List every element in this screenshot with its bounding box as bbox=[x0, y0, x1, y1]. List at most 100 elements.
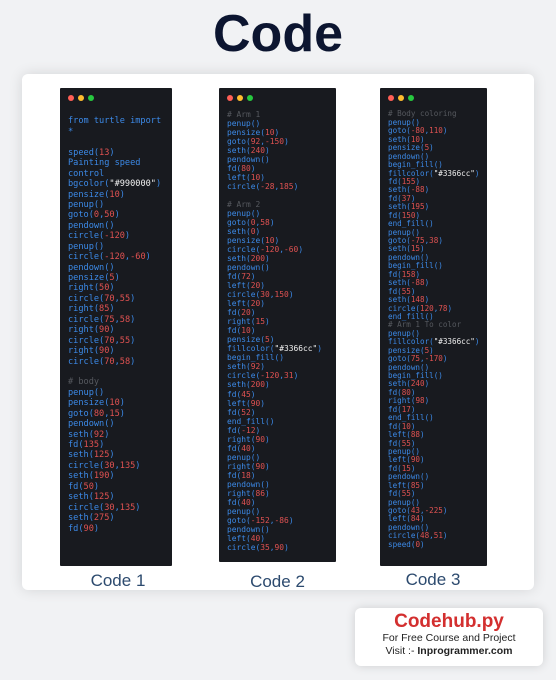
code-line: pendown() bbox=[68, 220, 115, 231]
code-line: left(20) bbox=[227, 299, 266, 309]
code-line: right(90) bbox=[227, 461, 270, 471]
code-line: right(50) bbox=[68, 283, 115, 294]
code-line: right(86) bbox=[227, 488, 270, 498]
code-line: right(90) bbox=[68, 346, 115, 357]
code-line: circle(70,55) bbox=[68, 293, 136, 304]
code-line: pendown() bbox=[227, 155, 270, 165]
minimize-dot-icon bbox=[78, 95, 84, 101]
code-line: goto(-152,-86) bbox=[227, 515, 294, 525]
code-line: circle(75,58) bbox=[68, 314, 136, 325]
code-line: circle(-120,-60) bbox=[227, 245, 304, 255]
close-dot-icon bbox=[388, 95, 394, 101]
maximize-dot-icon bbox=[408, 95, 414, 101]
code-line: circle(-120,31) bbox=[227, 371, 299, 381]
code-line: Painting speed bbox=[68, 158, 141, 169]
brand-website[interactable]: Inprogrammer.com bbox=[417, 645, 512, 657]
code-line: circle(35,90) bbox=[227, 542, 289, 552]
code-line: seth(275) bbox=[68, 513, 115, 524]
code-line: goto(80,15) bbox=[68, 408, 125, 419]
code-line: fillcolor("#3366cc") bbox=[227, 344, 323, 354]
code-line: fd(20) bbox=[227, 308, 256, 318]
code-line: left(20) bbox=[227, 281, 266, 291]
code-line: pensize(10) bbox=[68, 189, 125, 200]
code-2-caption: Code 2 bbox=[250, 572, 305, 591]
code-line: pensize(5) bbox=[68, 273, 120, 283]
minimize-dot-icon bbox=[398, 95, 404, 101]
code-line: goto(92,-150) bbox=[227, 137, 289, 147]
code-line: circle(-120) bbox=[68, 231, 131, 242]
code-line: penup() bbox=[227, 452, 261, 462]
code-line: circle(70,55) bbox=[68, 335, 136, 346]
code-line: seth(125) bbox=[68, 450, 115, 461]
code-line: left(10) bbox=[227, 173, 266, 183]
code-line: penup() bbox=[227, 209, 261, 219]
code-line: right(85) bbox=[68, 304, 115, 315]
code-line: fd(10) bbox=[227, 326, 256, 336]
code-line: # Arm 1 bbox=[227, 110, 261, 120]
code-line: right(90) bbox=[68, 325, 115, 336]
code-line: left(40) bbox=[227, 533, 266, 543]
code-line: seth(92) bbox=[68, 429, 110, 440]
code-line: seth(0) bbox=[227, 227, 261, 237]
brand-visit: Visit :- Inprogrammer.com bbox=[355, 645, 543, 658]
code-line: fd(40) bbox=[227, 443, 256, 453]
code-line: circle(30,135) bbox=[68, 502, 141, 513]
code-line: circle(30,135) bbox=[68, 460, 141, 471]
page-title: Code bbox=[213, 5, 343, 63]
code-line: seth(92) bbox=[227, 362, 266, 372]
code-line: # Arm 2 bbox=[227, 200, 261, 210]
code-line: speed(13) bbox=[68, 147, 120, 158]
code-line: # body bbox=[68, 377, 100, 388]
code-listing-2: # Arm 1 penup() pensize(10) goto(92,-150) se… bbox=[227, 101, 330, 552]
code-line: goto(0,58) bbox=[227, 218, 275, 228]
code-line: pendown() bbox=[227, 524, 270, 534]
code-line: begin_fill() bbox=[227, 353, 285, 363]
code-line: pensize(10) bbox=[227, 128, 280, 138]
code-window-2: # Arm 1 penup() pensize(10) goto(92,-150) se… bbox=[219, 88, 336, 562]
code-line: seth(200) bbox=[227, 254, 270, 264]
code-line: fd(50) bbox=[68, 481, 100, 492]
code-line: fd(18) bbox=[227, 470, 256, 480]
code-line: pendown() bbox=[227, 263, 270, 273]
code-line: bgcolor("#990000") bbox=[68, 179, 162, 190]
code-line: circle(30,150) bbox=[227, 290, 294, 300]
code-line: fd(80) bbox=[227, 164, 256, 174]
code-line: * bbox=[68, 126, 74, 137]
code-1-caption: Code 1 bbox=[90, 571, 146, 590]
code-line: pendown() bbox=[68, 419, 115, 430]
code-line: right(90) bbox=[227, 434, 270, 444]
code-line: circle(-28,185) bbox=[227, 182, 299, 192]
brand-tagline: For Free Course and Project bbox=[382, 632, 516, 644]
code-line: speed(0) bbox=[388, 539, 425, 549]
code-window-3: # Body coloring penup() goto(-80,110) seth(… bbox=[380, 88, 487, 566]
code-line: end_fill() bbox=[227, 416, 275, 426]
window-controls bbox=[388, 95, 418, 101]
code-line: fd(52) bbox=[227, 407, 256, 417]
code-line: left(90) bbox=[227, 398, 266, 408]
code-line: penup() bbox=[68, 387, 105, 398]
code-line: seth(190) bbox=[68, 471, 115, 482]
code-line: goto(0,50) bbox=[68, 210, 120, 221]
brand-name: Codehub.py bbox=[394, 611, 504, 632]
code-3-caption: Code 3 bbox=[405, 570, 461, 589]
code-line: circle(70,58) bbox=[68, 356, 136, 367]
code-line: pensize(10) bbox=[227, 236, 280, 246]
code-listing-3: # Body coloring penup() goto(-80,110) seth(… bbox=[388, 102, 481, 549]
code-line: seth(200) bbox=[227, 380, 270, 390]
code-line: pendown() bbox=[68, 262, 115, 273]
code-line: pensize(10) bbox=[68, 398, 125, 409]
code-line: seth(240) bbox=[227, 146, 270, 156]
code-line: fd(72) bbox=[227, 272, 256, 282]
code-line: seth(125) bbox=[68, 492, 115, 503]
code-line: pendown() bbox=[227, 479, 270, 489]
brand-badge[interactable]: Codehub.py For Free Course and Project V… bbox=[355, 608, 543, 666]
code-window-1: from turtle import * speed(13) Painting s… bbox=[60, 88, 172, 566]
code-line: penup() bbox=[227, 119, 261, 129]
code-line: fd(135) bbox=[68, 440, 105, 450]
code-line: pensize(5) bbox=[227, 335, 275, 345]
